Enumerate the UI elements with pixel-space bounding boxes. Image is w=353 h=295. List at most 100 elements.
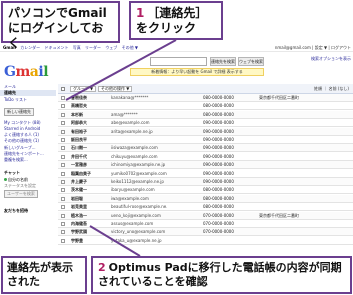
table-row[interactable]: 岩見美里 beautiful-rose@example.ne.jp 080-0000…: [58, 203, 353, 212]
row-checkbox[interactable]: [61, 138, 65, 142]
topbar-link-docs[interactable]: ドキュメント: [44, 45, 68, 50]
row-checkbox[interactable]: [61, 196, 65, 201]
google-top-bar: Gmail カレンダー ドキュメント 写真 リーダー ウェブ その他 ▼ nma…: [0, 44, 353, 52]
group-dropdown[interactable]: グループ ▼: [70, 86, 97, 92]
more-actions-dropdown[interactable]: その他の操作 ▼: [98, 86, 133, 92]
contact-name: 宇野豊: [71, 237, 83, 243]
group-starred-android[interactable]: Starred in Android: [4, 126, 40, 131]
row-checkbox[interactable]: [61, 188, 65, 193]
sort-label-secondary: 名前 (なし): [328, 86, 349, 91]
row-checkbox[interactable]: [61, 213, 65, 218]
contact-phone: 090-0000-0000: [203, 162, 234, 168]
contact-email: assus@example.com: [111, 221, 154, 226]
gmail-screenshot: Gmail カレンダー ドキュメント 写真 リーダー ウェブ その他 ▼ nma…: [0, 44, 353, 254]
table-row[interactable]: 植木浩一 ueno_koji@example.com 070-0000-0000 東京…: [58, 211, 353, 220]
contact-name: 茨木健一: [71, 187, 87, 193]
chat-self-name: 自分の名前: [8, 177, 28, 182]
callout-login: パソコンでGmailにログインしておく: [1, 1, 120, 50]
contact-name: 阿部恭大: [71, 120, 87, 126]
contact-name: 井田千代: [71, 153, 87, 159]
contact-email: kanakana@*******: [111, 95, 149, 100]
find-duplicates-link[interactable]: 重複を検索...: [4, 157, 28, 163]
new-contact-button[interactable]: 新しい連絡先: [4, 108, 34, 116]
table-row[interactable]: 石川剛一 iisiwaza@example.com 090-0000-0000: [58, 144, 353, 153]
chat-search-input[interactable]: ユーザーを検索: [4, 190, 38, 198]
nav-item-tasks[interactable]: ToDo リスト: [4, 97, 27, 103]
search-contacts-button[interactable]: 連絡先を検索: [210, 57, 236, 66]
row-checkbox[interactable]: [61, 205, 65, 210]
table-row[interactable]: 内海健吾 assus@example.com 070-0000-0000: [58, 220, 353, 228]
callout-sync-text: Optimus Padに移行した電話帳の内容が同期されていることを確認: [98, 261, 342, 288]
row-checkbox[interactable]: [61, 112, 65, 117]
nav-item-contacts[interactable]: 連絡先: [0, 90, 56, 96]
contact-name: 飯田良平: [71, 137, 87, 142]
table-row[interactable]: 岩田聡 iwa@example.com 080-0000-0000: [58, 194, 353, 203]
contact-email: ueno_koji@example.com: [111, 212, 161, 218]
contact-email: iisiwaza@example.com: [111, 145, 158, 151]
search-input[interactable]: [150, 57, 207, 66]
contact-name: 石川剛一: [71, 145, 87, 151]
step-number-1: 1: [136, 6, 145, 20]
row-checkbox[interactable]: [61, 230, 65, 235]
sort-order[interactable]: 姓順 ｜ 名前 (なし): [314, 86, 349, 92]
table-row[interactable]: 曽根佳奈 kanakana@******* 080-0000-0000 東京都千代田区…: [58, 94, 353, 102]
chat-section-label[interactable]: チャット: [4, 170, 20, 176]
contacts-toolbar: グループ ▼ その他の操作 ▼ 姓順 ｜ 名前 (なし): [58, 84, 353, 94]
search-web-button[interactable]: ウェブを検索: [238, 57, 264, 66]
contact-name: 本杉新: [71, 111, 83, 117]
row-checkbox[interactable]: [61, 154, 65, 159]
row-checkbox[interactable]: [61, 222, 65, 226]
table-row[interactable]: 井田千代 chikuyu@example.com 090-0000-0000: [58, 153, 353, 161]
logo-letter-m: m: [15, 64, 30, 80]
contact-name: 宇野武頭: [71, 229, 87, 235]
contact-phone: 080-0000-0000: [203, 187, 234, 193]
group-other[interactable]: その他の連絡先 (1): [4, 138, 39, 144]
contact-email: yumiko0702@example.com: [111, 170, 167, 176]
callout-shown-text: 連絡先が表示された: [7, 261, 73, 288]
table-row[interactable]: 宇野武頭 victory_uno@example.com 070-0000-0000: [58, 228, 353, 237]
table-row[interactable]: 阿部恭大 abe@example.com 090-0000-0000: [58, 119, 353, 128]
topbar-link-more[interactable]: その他 ▼: [122, 45, 138, 50]
row-checkbox[interactable]: [61, 121, 65, 126]
table-row[interactable]: 有田裕子 arita@example.ne.jp 090-0000-0000: [58, 127, 353, 136]
topbar-user-links[interactable]: nmail@gmail.com | 設定 ▼ | ログアウト: [275, 44, 351, 51]
row-checkbox[interactable]: [61, 163, 65, 168]
row-checkbox[interactable]: [61, 96, 65, 100]
contact-name: 一宮雅彦: [71, 162, 87, 168]
row-checkbox[interactable]: [61, 180, 65, 184]
contact-phone: 080-0000-0000: [203, 195, 234, 201]
invite-friend-link[interactable]: 友だちを招待: [4, 208, 28, 214]
contact-email: beautiful-rose@example.ne.jp: [111, 204, 167, 210]
select-all-checkbox[interactable]: [61, 87, 65, 91]
logo-letter-g: G: [4, 64, 16, 80]
gmail-logo[interactable]: Gmail: [4, 64, 49, 80]
contact-phone: 090-0000-0000: [203, 145, 234, 151]
row-checkbox[interactable]: [61, 129, 65, 134]
contact-phone: 090-0000-0000: [203, 128, 234, 134]
table-row[interactable]: 一宮雅彦 ichinomiya@example.ne.jp 090-0000-000…: [58, 161, 353, 170]
topbar-link-reader[interactable]: リーダー: [85, 45, 101, 50]
contact-name: 有田裕子: [71, 128, 87, 134]
online-status-icon: [4, 178, 7, 181]
contact-name: 稲葉由美子: [71, 170, 91, 176]
topbar-link-photos[interactable]: 写真: [73, 45, 81, 50]
contact-phone: 080-0000-0000: [203, 95, 234, 100]
contact-phone: 080-0000-0000: [203, 204, 234, 210]
row-checkbox[interactable]: [61, 171, 65, 176]
table-row[interactable]: 茨木健一 ibaryu@example.com 080-0000-0000: [58, 186, 353, 195]
contact-name: 植木浩一: [71, 212, 87, 218]
contact-email: arita@example.ne.jp: [111, 128, 153, 134]
table-row[interactable]: 本杉新 ama@******* 080-0000-0000: [58, 110, 353, 119]
search-options-link[interactable]: 検索オプションを表示: [311, 56, 351, 62]
row-checkbox[interactable]: [61, 238, 65, 243]
topbar-link-calendar[interactable]: カレンダー: [20, 45, 40, 50]
table-row[interactable]: 飯田良平 090-0000-0000: [58, 136, 353, 144]
table-row[interactable]: 宇野豊 yutaka_u@example.ne.jp: [58, 237, 353, 245]
table-row[interactable]: 高橋哲夫 080-0000-0000: [58, 102, 353, 111]
row-checkbox[interactable]: [61, 146, 65, 151]
topbar-link-web[interactable]: ウェブ: [105, 45, 117, 50]
row-checkbox[interactable]: [61, 104, 65, 109]
table-row[interactable]: 井上慶子 keiko1112@example.ne.jp 090-0000-0000: [58, 178, 353, 186]
table-row[interactable]: 稲葉由美子 yumiko0702@example.com 090-0000-0000: [58, 170, 353, 178]
chat-status-link[interactable]: ステータスを設定: [4, 183, 36, 189]
